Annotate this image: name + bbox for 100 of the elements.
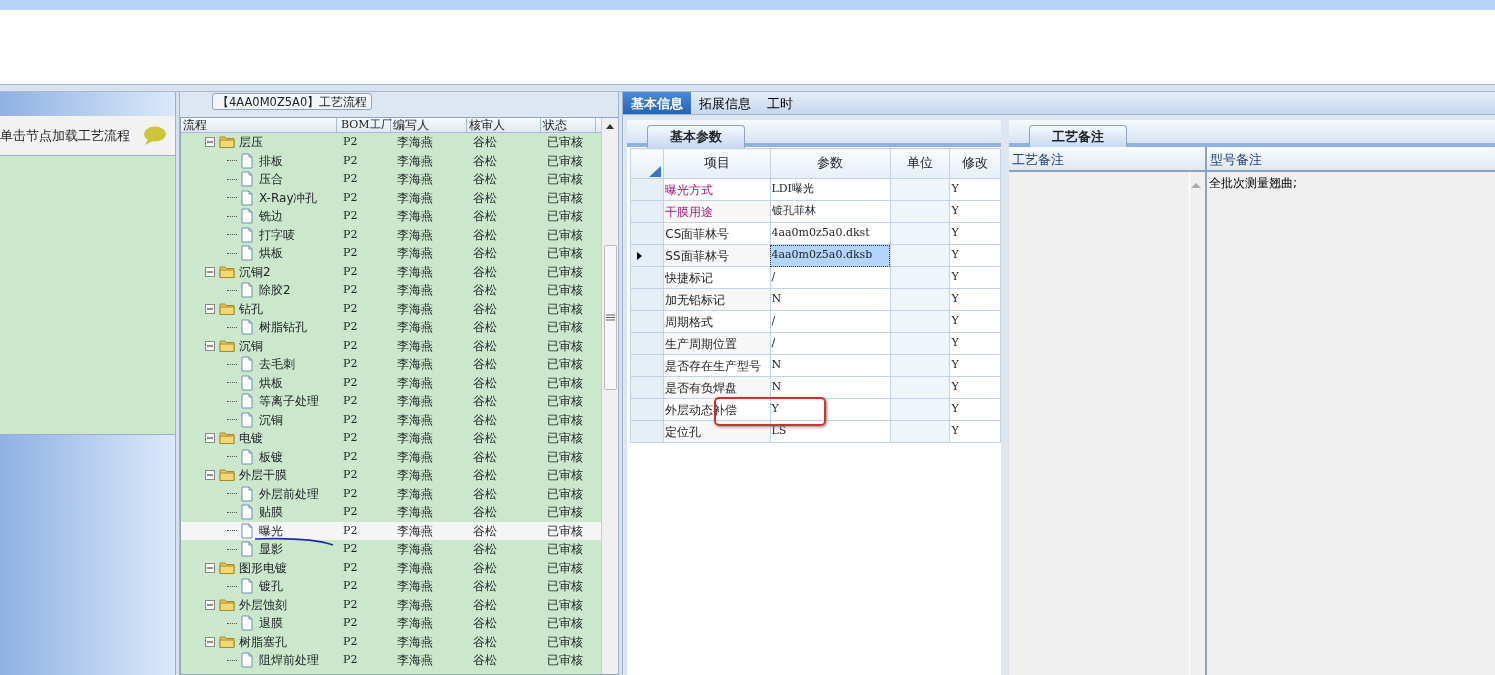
table-cell-text: P2 <box>342 411 359 428</box>
table-cell-text: 谷松 <box>472 226 498 244</box>
row-header[interactable] <box>630 244 664 267</box>
table-cell-text: 谷松 <box>472 596 498 614</box>
tree-row[interactable]: 层压 P2 李海燕 谷松 已审核 <box>181 133 601 152</box>
tree-row[interactable]: 压合 P2 李海燕 谷松 已审核 <box>181 170 601 189</box>
table-cell-text: 谷松 <box>472 448 498 466</box>
table-cell-text: 谷松 <box>472 411 498 429</box>
panel-title: 【4AA0M0Z5A0】工艺流程 <box>212 93 373 110</box>
scrollbar[interactable] <box>601 118 618 674</box>
node-label: 树脂钻孔 <box>259 319 307 337</box>
tree-row[interactable]: 贴膜 P2 李海燕 谷松 已审核 <box>181 503 601 522</box>
table-cell-text: 谷松 <box>472 374 498 392</box>
tree-row[interactable]: 树脂塞孔 P2 李海燕 谷松 已审核 <box>181 632 601 651</box>
document-icon <box>239 615 255 632</box>
node-label: 压合 <box>259 171 283 189</box>
folder-icon <box>219 467 235 484</box>
table-cell-text: 谷松 <box>472 578 498 595</box>
folder-icon <box>219 633 235 650</box>
collapse-icon[interactable] <box>205 636 215 647</box>
collapse-icon[interactable] <box>205 303 215 314</box>
splitter-bar[interactable] <box>0 85 1495 92</box>
tree-row[interactable]: 外层前处理 P2 李海燕 谷松 已审核 <box>181 484 601 503</box>
tab[interactable]: 基本信息 <box>623 92 691 114</box>
folder-icon <box>219 596 235 613</box>
table-cell: 镀孔菲林 <box>770 200 891 223</box>
tree-row[interactable]: 显影 P2 李海燕 谷松 已审核 <box>181 540 601 559</box>
tree-row[interactable]: 电镀 P2 李海燕 谷松 已审核 <box>181 429 601 448</box>
table-cell-text: 已审核 <box>546 282 584 299</box>
tree-row[interactable]: 外层干膜 P2 李海燕 谷松 已审核 <box>181 466 601 485</box>
table-cell: 快捷标记 <box>663 266 770 289</box>
table-cell-text: P2 <box>342 448 359 465</box>
table-cell: Y <box>770 398 891 421</box>
folder-icon <box>219 559 235 576</box>
column-header: 流程 <box>181 118 337 132</box>
tree-row[interactable]: 沉铜 P2 李海燕 谷松 已审核 <box>181 336 601 355</box>
table-cell-text: 谷松 <box>472 559 498 577</box>
tab[interactable]: 工时 <box>759 92 801 114</box>
document-icon <box>239 226 255 243</box>
tree-row[interactable]: 铣边 P2 李海燕 谷松 已审核 <box>181 207 601 226</box>
tree-row[interactable]: 镀孔 P2 李海燕 谷松 已审核 <box>181 577 601 596</box>
tree-row[interactable]: 曝光 P2 李海燕 谷松 已审核 <box>181 521 601 540</box>
tree-row[interactable]: 烘板 P2 李海燕 谷松 已审核 <box>181 373 601 392</box>
tree-row[interactable]: 外层蚀刻 P2 李海燕 谷松 已审核 <box>181 595 601 614</box>
notes-tab[interactable]: 工艺备注 <box>1029 125 1127 148</box>
tree-row[interactable]: 等离子处理 P2 李海燕 谷松 已审核 <box>181 392 601 411</box>
tree-row[interactable]: 沉铜2 P2 李海燕 谷松 已审核 <box>181 262 601 281</box>
document-icon <box>239 578 255 595</box>
column-header: 核审人 <box>467 118 541 132</box>
node-label: 除胶2 <box>259 282 291 300</box>
table-cell-text: 李海燕 <box>396 448 434 466</box>
corner-triangle-icon <box>649 166 662 177</box>
tab[interactable]: 拓展信息 <box>691 92 759 114</box>
table-cell-text: 已审核 <box>546 615 584 632</box>
table-cell-text: 已审核 <box>546 652 584 669</box>
node-label: 阻焊前处理 <box>259 652 319 670</box>
table-cell: Y <box>949 200 1001 223</box>
table-cell-text: P2 <box>342 319 359 335</box>
table-cell-text: P2 <box>342 189 359 206</box>
column-header: 状态 <box>541 118 596 132</box>
params-tab[interactable]: 基本参数 <box>647 125 745 148</box>
tree-row[interactable]: 打字唛 P2 李海燕 谷松 已审核 <box>181 225 601 244</box>
table-cell-text: 李海燕 <box>396 208 434 225</box>
tree-row[interactable]: 沉铜 P2 李海燕 谷松 已审核 <box>181 410 601 429</box>
tree-row[interactable]: 去毛刺 P2 李海燕 谷松 已审核 <box>181 355 601 374</box>
table-cell-text: 李海燕 <box>396 189 434 207</box>
collapse-icon[interactable] <box>205 562 215 573</box>
tree-row[interactable]: 图形电镀 P2 李海燕 谷松 已审核 <box>181 558 601 577</box>
tree-row[interactable]: 树脂钻孔 P2 李海燕 谷松 已审核 <box>181 318 601 337</box>
tree-row[interactable]: 退膜 P2 李海燕 谷松 已审核 <box>181 614 601 633</box>
collapse-icon[interactable] <box>205 599 215 610</box>
table-cell-text: 李海燕 <box>396 226 434 244</box>
tree-row[interactable]: 钻孔 P2 李海燕 谷松 已审核 <box>181 299 601 318</box>
tree-row[interactable]: 除胶2 P2 李海燕 谷松 已审核 <box>181 281 601 300</box>
table-cell-text: 已审核 <box>546 189 584 207</box>
tree-row[interactable]: 排板 P2 李海燕 谷松 已审核 <box>181 151 601 170</box>
table-cell-text: 李海燕 <box>396 430 434 447</box>
tree-row[interactable]: 阻焊前处理 P2 李海燕 谷松 已审核 <box>181 651 601 670</box>
collapse-icon[interactable] <box>205 137 215 148</box>
collapse-icon[interactable] <box>205 470 215 481</box>
collapse-icon[interactable] <box>205 340 215 351</box>
table-cell-text: 李海燕 <box>396 633 434 651</box>
table-cell-text: 李海燕 <box>396 578 434 595</box>
tree-row[interactable]: 烘板 P2 李海燕 谷松 已审核 <box>181 244 601 263</box>
table-cell-text: 李海燕 <box>396 245 434 262</box>
table-cell-text: 已审核 <box>546 208 584 225</box>
scroll-up-icon[interactable] <box>605 122 615 130</box>
collapse-icon[interactable] <box>205 433 215 444</box>
table-cell-text: 已审核 <box>546 448 584 466</box>
collapse-icon[interactable] <box>205 266 215 277</box>
table-cell-text: 谷松 <box>472 319 498 336</box>
tree-row[interactable]: X-Ray冲孔 P2 李海燕 谷松 已审核 <box>181 188 601 207</box>
table-cell-text: 已审核 <box>546 467 584 484</box>
tree-row[interactable]: 板镀 P2 李海燕 谷松 已审核 <box>181 447 601 466</box>
table-cell-text: 谷松 <box>472 522 498 540</box>
grid-row[interactable] <box>0 0 1495 10</box>
table-cell-text: 已审核 <box>546 356 584 373</box>
column-header: 单位 <box>890 148 950 179</box>
table-cell-text: 李海燕 <box>396 300 434 318</box>
column-header: 参数 <box>770 148 891 179</box>
